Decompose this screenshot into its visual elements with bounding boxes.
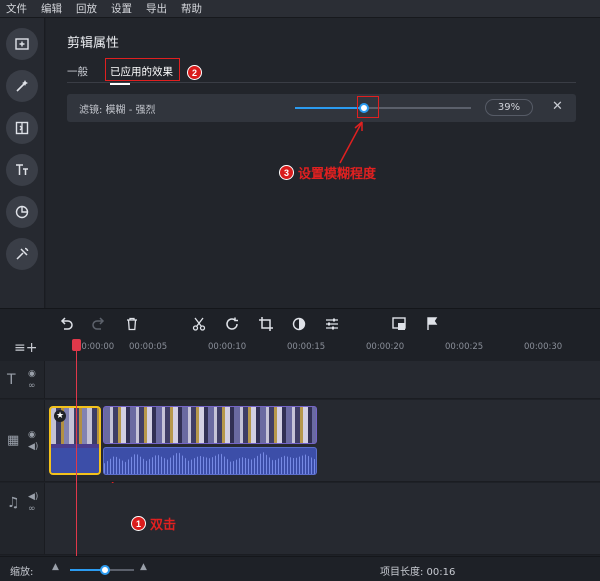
annotation-badge-1: 1 [131,516,146,531]
crop-icon[interactable] [258,316,274,332]
ruler-label: 00:00:30 [524,342,563,352]
strength-value[interactable]: 39% [485,99,533,116]
delete-icon[interactable] [124,316,140,332]
zoom-slider-knob[interactable] [100,565,111,575]
video-track-header: ▦ ◉ ◀) [0,400,45,481]
transition-icon [15,121,29,135]
zoom-in-icon[interactable]: ▲ [140,562,147,572]
ruler-label: 00:00:10 [208,342,247,352]
rotate-icon[interactable] [224,316,240,332]
menu-export[interactable]: 导出 [146,1,167,16]
timeline-ruler[interactable]: ≡+ 00:00:00 00:00:05 00:00:10 00:00:15 0… [0,339,600,359]
stickers-button[interactable] [6,196,38,228]
annotation-badge-3: 3 [279,165,294,180]
music-note-icon: ♫ [7,495,20,511]
zoom-label: 缩放: [10,567,34,578]
adjust-icon[interactable] [324,316,340,332]
annotation-text-3: 设置模糊程度 [298,167,377,182]
ruler-label: 00:00:00 [76,342,115,352]
playhead-line[interactable] [76,340,77,570]
cut-icon[interactable] [191,316,207,332]
tab-general[interactable]: 一般 [67,64,88,83]
video-track[interactable]: ▦ ◉ ◀) ★ [0,400,600,482]
volume-icon[interactable]: ◀) [28,442,38,452]
menu-help[interactable]: 帮助 [181,1,202,16]
tools-icon [16,247,29,260]
zoom-slider[interactable] [70,565,134,575]
selected-clip[interactable]: ★ [49,406,101,475]
music-track[interactable]: ♫ ◀) ∞ [0,483,600,555]
pip-icon[interactable] [391,316,407,332]
text-track-icon: T [7,372,16,388]
menu-playback[interactable]: 回放 [76,1,97,16]
project-length: 项目长度: 00:16 [380,567,456,578]
menu-settings[interactable]: 设置 [111,1,132,16]
annotation-badge-2: 2 [187,65,202,80]
tab-divider [67,82,576,83]
ruler-label: 00:00:05 [129,342,168,352]
visibility-icon[interactable]: ◉ [28,369,36,379]
redo-icon[interactable] [91,316,107,332]
undo-icon[interactable] [58,316,74,332]
ruler-label: 00:00:15 [287,342,326,352]
visibility-icon[interactable]: ◉ [28,430,36,440]
panel-title: 剪辑属性 [67,36,120,51]
add-media-button[interactable] [6,28,38,60]
link-icon[interactable]: ∞ [28,381,36,391]
flag-icon[interactable] [424,316,440,332]
selected-clip-audio [51,448,99,473]
title-track-header: T ◉ ∞ [0,361,45,398]
magic-wand-icon [16,80,28,92]
volume-icon[interactable]: ◀) [28,492,38,502]
titles-button[interactable] [6,154,38,186]
close-icon[interactable]: ✕ [552,99,563,114]
video-clip[interactable] [103,406,317,444]
stickers-icon [15,205,29,219]
video-track-icon: ▦ [7,433,20,448]
star-icon: ★ [54,410,66,422]
ruler-label: 00:00:25 [445,342,484,352]
link-icon[interactable]: ∞ [28,504,36,514]
status-bar: 缩放: ▲ ▲ 项目长度: 00:16 [0,556,600,581]
add-media-icon [15,38,29,50]
titles-icon [16,164,28,175]
more-tools-button[interactable] [6,238,38,270]
color-icon[interactable] [291,316,307,332]
transitions-button[interactable] [6,112,38,144]
effect-row: 滤镜: 模糊 - 强烈 39% ✕ [67,94,576,122]
menu-edit[interactable]: 编辑 [41,1,62,16]
effect-label: 滤镜: 模糊 - 强烈 [79,105,156,116]
annotation-box-tab [105,58,180,81]
audio-clip[interactable] [103,447,317,475]
filters-button[interactable] [6,70,38,102]
audio-waveform [104,451,316,474]
video-thumbnails [104,407,316,443]
playhead-handle[interactable] [72,339,81,351]
annotation-text-1: 双击 [150,518,177,533]
zoom-out-icon[interactable]: ▲ [52,562,59,572]
annotation-box-slider [357,96,379,118]
strength-slider-fill [295,107,364,109]
title-track[interactable]: T ◉ ∞ [0,361,600,399]
add-track-icon[interactable]: ≡+ [14,340,37,356]
strength-slider[interactable] [295,103,471,113]
menu-file[interactable]: 文件 [6,1,27,16]
music-track-header: ♫ ◀) ∞ [0,483,45,554]
timeline-toolbar [0,309,600,339]
ruler-label: 00:00:20 [366,342,405,352]
menu-bar: 文件 编辑 回放 设置 导出 帮助 [0,0,600,18]
tool-sidebar [0,18,45,308]
